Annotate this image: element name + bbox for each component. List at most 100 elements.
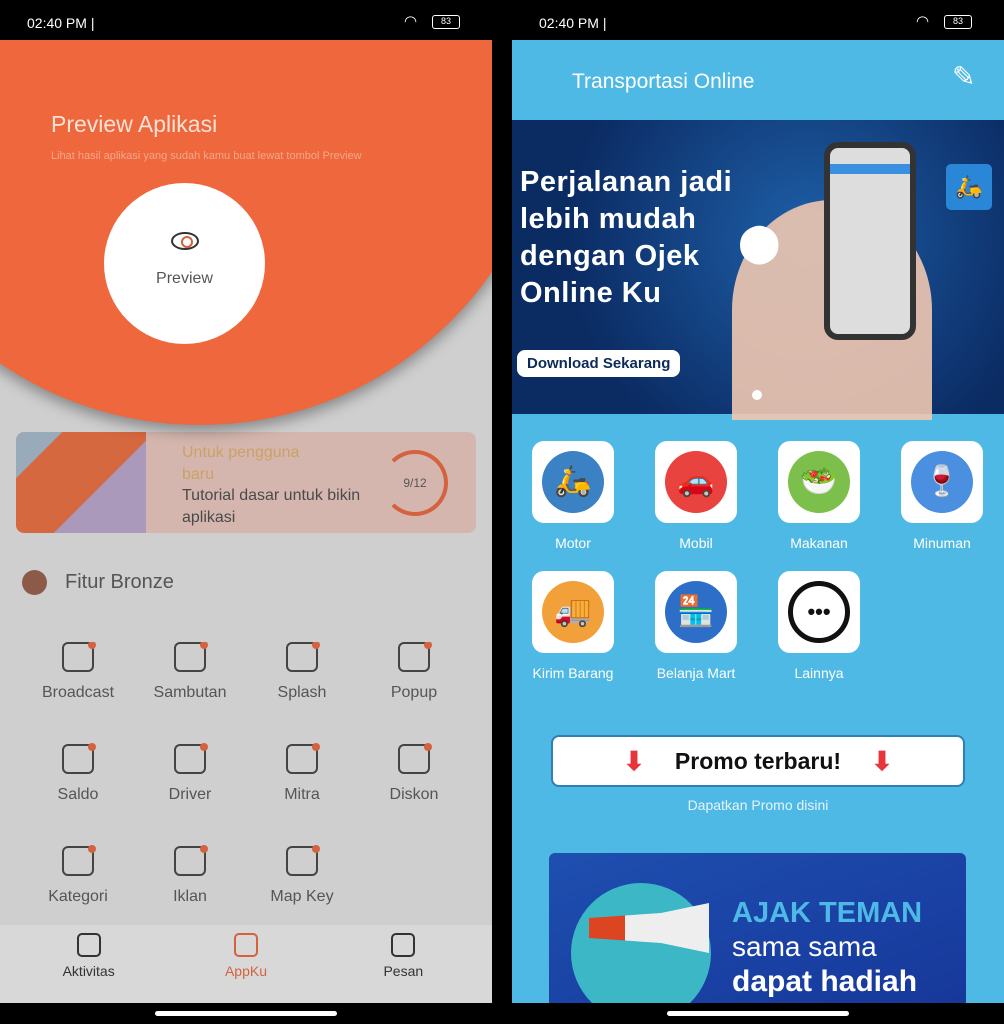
status-bar: 02:40 PM | ◠ 83 <box>512 0 1004 40</box>
feature-kategori[interactable]: Kategori <box>22 845 134 907</box>
phone-image <box>824 142 916 340</box>
nav-pesan[interactable]: Pesan <box>343 925 463 1003</box>
feature-icon <box>286 743 320 774</box>
service-icon: 🚗 <box>665 451 727 513</box>
service-icon: 🥗 <box>788 451 850 513</box>
hero-banner[interactable]: Perjalanan jadi lebih mudah dengan Ojek … <box>512 120 1004 420</box>
feature-diskon[interactable]: Diskon <box>358 743 470 824</box>
service-label: Kirim Barang <box>532 665 614 681</box>
service-icon: 🏪 <box>665 581 727 643</box>
tutorial-title: Tutorial dasar untuk bikin aplikasi <box>182 487 361 526</box>
overlay-title: Preview Aplikasi <box>51 111 218 137</box>
service-minuman[interactable]: 🍷 Minuman <box>901 441 983 551</box>
nav-appku[interactable]: AppKu <box>186 925 306 1003</box>
carousel-dot[interactable] <box>752 390 762 400</box>
promo-label: Promo terbaru! <box>674 747 842 774</box>
service-icon: 🍷 <box>911 451 973 513</box>
left-phone-screen: Untuk pengguna baru Tutorial dasar untuk… <box>0 0 492 1024</box>
arrow-down-icon: ⬇ <box>623 745 645 776</box>
feature-label: Mitra <box>284 786 320 803</box>
feature-mitra[interactable]: Mitra <box>246 743 358 824</box>
home-indicator[interactable] <box>512 1003 1004 1024</box>
clock: 02:40 PM | <box>539 15 607 31</box>
scooter-icon: 🛵 <box>946 164 992 210</box>
service-lainnya[interactable]: ••• Lainnya <box>778 571 860 681</box>
referral-banner[interactable]: AJAK TEMAN sama sama dapat hadiah <box>549 853 966 1013</box>
feature-icon <box>62 845 96 876</box>
service-tile: 🚚 <box>532 571 614 653</box>
feature-popup[interactable]: Popup <box>358 642 470 722</box>
arrow-down-icon: ⬇ <box>871 745 893 776</box>
service-motor[interactable]: 🛵 Motor <box>532 441 614 551</box>
right-phone-screen: Transportasi Online ✎ Perjalanan jadi le… <box>512 0 1004 1024</box>
service-tile: 🥗 <box>778 441 860 523</box>
edit-pencil-icon[interactable]: ✎ <box>952 60 975 93</box>
banner2-line3: dapat hadiah <box>732 965 918 998</box>
feature-broadcast[interactable]: Broadcast <box>22 642 134 722</box>
message-icon <box>391 933 416 957</box>
bronze-medal-icon <box>22 570 47 595</box>
feature-iklan[interactable]: Iklan <box>134 845 246 907</box>
feature-splash[interactable]: Splash <box>246 642 358 722</box>
feature-icon <box>174 845 208 876</box>
home-indicator[interactable] <box>0 1003 492 1024</box>
feature-driver[interactable]: Driver <box>134 743 246 824</box>
service-mobil[interactable]: 🚗 Mobil <box>655 441 737 551</box>
feature-grid: Broadcast Sambutan Splash Popup Saldo Driver M… <box>22 642 470 907</box>
clock: 02:40 PM | <box>27 15 95 31</box>
service-kirim-barang[interactable]: 🚚 Kirim Barang <box>532 571 614 681</box>
feature-label: Broadcast <box>41 684 115 701</box>
service-belanja-mart[interactable]: 🏪 Belanja Mart <box>655 571 737 681</box>
nav-label: Aktivitas <box>62 963 115 979</box>
feature-icon <box>174 642 208 672</box>
banner2-line1: AJAK TEMAN <box>732 897 923 929</box>
service-label: Lainnya <box>794 665 844 681</box>
feature-label: Diskon <box>389 786 439 803</box>
feature-icon <box>286 642 320 672</box>
app-title: Transportasi Online <box>572 70 755 93</box>
section-title: Fitur Bronze <box>65 571 174 593</box>
service-makanan[interactable]: 🥗 Makanan <box>778 441 860 551</box>
promo-subtitle: Dapatkan Promo disini <box>687 797 829 813</box>
service-tile: 🏪 <box>655 571 737 653</box>
service-tile: ••• <box>778 571 860 653</box>
nav-label: AppKu <box>224 963 267 979</box>
feature-label: Kategori <box>48 888 108 905</box>
tutorial-card[interactable]: Untuk pengguna baru Tutorial dasar untuk… <box>16 432 476 533</box>
feature-sambutan[interactable]: Sambutan <box>134 642 246 722</box>
feature-icon <box>174 743 208 774</box>
wifi-icon: ◠ <box>916 13 930 30</box>
service-icon: 🚚 <box>542 581 604 643</box>
service-label: Makanan <box>790 535 848 551</box>
battery-icon: 83 <box>944 15 972 29</box>
service-tile: 🍷 <box>901 441 983 523</box>
promo-button[interactable]: ⬇ Promo terbaru! ⬇ <box>551 735 965 787</box>
tutorial-image <box>16 432 146 533</box>
nav-label: Pesan <box>383 963 424 979</box>
feature-icon <box>62 743 96 774</box>
feature-saldo[interactable]: Saldo <box>22 743 134 824</box>
feature-label: Saldo <box>57 786 99 803</box>
feature-label: Popup <box>390 684 438 701</box>
feature-label: Sambutan <box>153 684 227 701</box>
service-tile: 🛵 <box>532 441 614 523</box>
feature-label: Iklan <box>173 888 207 905</box>
feature-map-key[interactable]: Map Key <box>246 845 358 907</box>
feature-icon <box>62 642 96 672</box>
nav-aktivitas[interactable]: Aktivitas <box>29 925 149 1003</box>
battery-icon: 83 <box>432 15 460 29</box>
status-bar: 02:40 PM | ◠ 83 <box>0 0 492 40</box>
service-label: Minuman <box>913 535 971 551</box>
feature-icon <box>398 743 432 774</box>
download-button[interactable]: Download Sekarang <box>517 350 681 377</box>
service-label: Motor <box>555 535 591 551</box>
tutorial-progress: 9/12 <box>403 476 427 490</box>
bottom-nav: Aktivitas AppKu Pesan <box>0 925 492 1003</box>
service-label: Mobil <box>679 535 713 551</box>
feature-icon <box>398 642 432 672</box>
service-label: Belanja Mart <box>656 665 736 681</box>
service-icon: 🛵 <box>542 451 604 513</box>
preview-button[interactable]: Preview <box>104 183 265 344</box>
service-icon: ••• <box>788 581 850 643</box>
preview-label: Preview <box>156 269 213 287</box>
